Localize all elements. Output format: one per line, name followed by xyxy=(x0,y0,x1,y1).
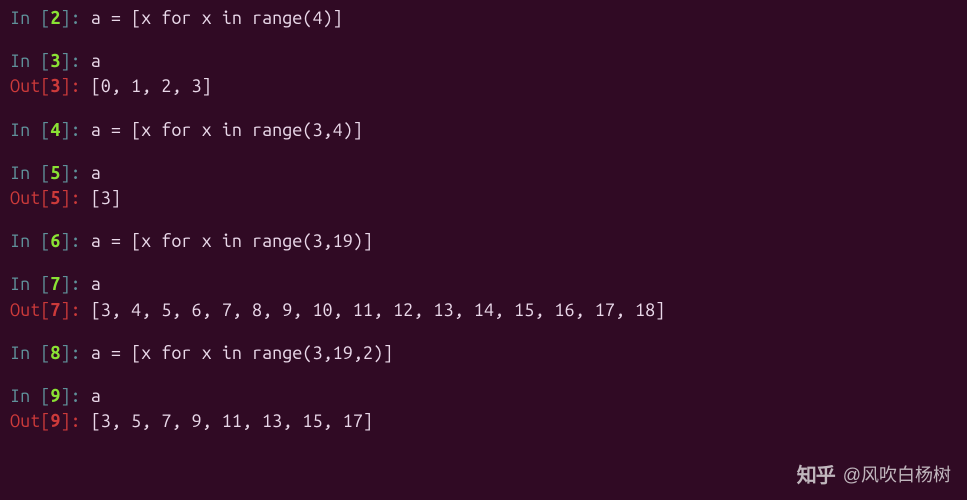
input-code: a = [x for x in range(3,4)] xyxy=(91,120,363,140)
out-prompt-colon: : xyxy=(71,188,91,208)
input-code: a xyxy=(91,163,101,183)
out-prompt-label: Out xyxy=(10,300,40,320)
input-line: In [8]: a = [x for x in range(3,19,2)] xyxy=(10,341,957,366)
output-value: [3, 4, 5, 6, 7, 8, 9, 10, 11, 12, 13, 14… xyxy=(91,300,666,320)
input-code: a xyxy=(91,51,101,71)
cell-9: In [9]: aOut[9]: [3, 5, 7, 9, 11, 13, 15… xyxy=(10,384,957,434)
cell-8: In [8]: a = [x for x in range(3,19,2)] xyxy=(10,341,957,366)
in-prompt-bracket: ] xyxy=(60,8,70,28)
out-prompt-colon: : xyxy=(71,300,91,320)
out-prompt-bracket: [ xyxy=(40,300,50,320)
out-prompt-bracket: ] xyxy=(60,76,70,96)
out-prompt-number: 5 xyxy=(50,188,60,208)
in-prompt-number: 8 xyxy=(50,343,60,363)
in-prompt-colon: : xyxy=(71,8,91,28)
in-prompt-label: In xyxy=(10,386,40,406)
watermark-text: @风吹白杨树 xyxy=(843,463,951,488)
in-prompt-bracket: ] xyxy=(60,51,70,71)
out-prompt-bracket: ] xyxy=(60,188,70,208)
out-prompt-label: Out xyxy=(10,411,40,431)
input-code: a = [x for x in range(3,19,2)] xyxy=(91,343,393,363)
in-prompt-bracket: [ xyxy=(40,386,50,406)
in-prompt-colon: : xyxy=(71,386,91,406)
in-prompt-bracket: [ xyxy=(40,231,50,251)
zhihu-logo-icon: 知乎 xyxy=(797,462,835,490)
out-prompt-bracket: ] xyxy=(60,411,70,431)
input-code: a xyxy=(91,274,101,294)
out-prompt-colon: : xyxy=(71,76,91,96)
in-prompt-number: 3 xyxy=(50,51,60,71)
in-prompt-number: 9 xyxy=(50,386,60,406)
in-prompt-bracket: ] xyxy=(60,120,70,140)
output-value: [0, 1, 2, 3] xyxy=(91,76,212,96)
in-prompt-colon: : xyxy=(71,163,91,183)
output-line: Out[9]: [3, 5, 7, 9, 11, 13, 15, 17] xyxy=(10,409,957,434)
in-prompt-label: In xyxy=(10,120,40,140)
in-prompt-number: 4 xyxy=(50,120,60,140)
cell-3: In [3]: aOut[3]: [0, 1, 2, 3] xyxy=(10,49,957,99)
in-prompt-bracket: [ xyxy=(40,51,50,71)
input-code: a = [x for x in range(3,19)] xyxy=(91,231,373,251)
in-prompt-label: In xyxy=(10,8,40,28)
input-line: In [9]: a xyxy=(10,384,957,409)
in-prompt-colon: : xyxy=(71,231,91,251)
in-prompt-bracket: [ xyxy=(40,343,50,363)
out-prompt-label: Out xyxy=(10,188,40,208)
in-prompt-label: In xyxy=(10,343,40,363)
in-prompt-colon: : xyxy=(71,51,91,71)
output-line: Out[5]: [3] xyxy=(10,186,957,211)
input-line: In [3]: a xyxy=(10,49,957,74)
in-prompt-colon: : xyxy=(71,343,91,363)
cell-4: In [4]: a = [x for x in range(3,4)] xyxy=(10,118,957,143)
cell-5: In [5]: aOut[5]: [3] xyxy=(10,161,957,211)
in-prompt-colon: : xyxy=(71,120,91,140)
watermark: 知乎 @风吹白杨树 xyxy=(797,462,951,490)
output-line: Out[7]: [3, 4, 5, 6, 7, 8, 9, 10, 11, 12… xyxy=(10,298,957,323)
out-prompt-number: 7 xyxy=(50,300,60,320)
in-prompt-number: 6 xyxy=(50,231,60,251)
input-code: a = [x for x in range(4)] xyxy=(91,8,343,28)
in-prompt-number: 5 xyxy=(50,163,60,183)
out-prompt-colon: : xyxy=(71,411,91,431)
out-prompt-bracket: [ xyxy=(40,188,50,208)
in-prompt-number: 7 xyxy=(50,274,60,294)
input-code: a xyxy=(91,386,101,406)
input-line: In [4]: a = [x for x in range(3,4)] xyxy=(10,118,957,143)
cell-2: In [2]: a = [x for x in range(4)] xyxy=(10,6,957,31)
in-prompt-bracket: [ xyxy=(40,120,50,140)
out-prompt-bracket: [ xyxy=(40,76,50,96)
in-prompt-label: In xyxy=(10,51,40,71)
out-prompt-number: 3 xyxy=(50,76,60,96)
in-prompt-bracket: ] xyxy=(60,274,70,294)
out-prompt-label: Out xyxy=(10,76,40,96)
cell-7: In [7]: aOut[7]: [3, 4, 5, 6, 7, 8, 9, 1… xyxy=(10,272,957,322)
output-value: [3, 5, 7, 9, 11, 13, 15, 17] xyxy=(91,411,373,431)
in-prompt-bracket: ] xyxy=(60,163,70,183)
in-prompt-bracket: [ xyxy=(40,163,50,183)
in-prompt-bracket: ] xyxy=(60,231,70,251)
terminal-content: In [2]: a = [x for x in range(4)]In [3]:… xyxy=(10,6,957,434)
out-prompt-bracket: [ xyxy=(40,411,50,431)
out-prompt-bracket: ] xyxy=(60,300,70,320)
in-prompt-label: In xyxy=(10,163,40,183)
output-line: Out[3]: [0, 1, 2, 3] xyxy=(10,74,957,99)
input-line: In [6]: a = [x for x in range(3,19)] xyxy=(10,229,957,254)
in-prompt-bracket: ] xyxy=(60,343,70,363)
in-prompt-label: In xyxy=(10,274,40,294)
input-line: In [7]: a xyxy=(10,272,957,297)
cell-6: In [6]: a = [x for x in range(3,19)] xyxy=(10,229,957,254)
in-prompt-bracket: [ xyxy=(40,8,50,28)
in-prompt-bracket: ] xyxy=(60,386,70,406)
in-prompt-colon: : xyxy=(71,274,91,294)
input-line: In [5]: a xyxy=(10,161,957,186)
in-prompt-number: 2 xyxy=(50,8,60,28)
input-line: In [2]: a = [x for x in range(4)] xyxy=(10,6,957,31)
in-prompt-bracket: [ xyxy=(40,274,50,294)
in-prompt-label: In xyxy=(10,231,40,251)
out-prompt-number: 9 xyxy=(50,411,60,431)
output-value: [3] xyxy=(91,188,121,208)
